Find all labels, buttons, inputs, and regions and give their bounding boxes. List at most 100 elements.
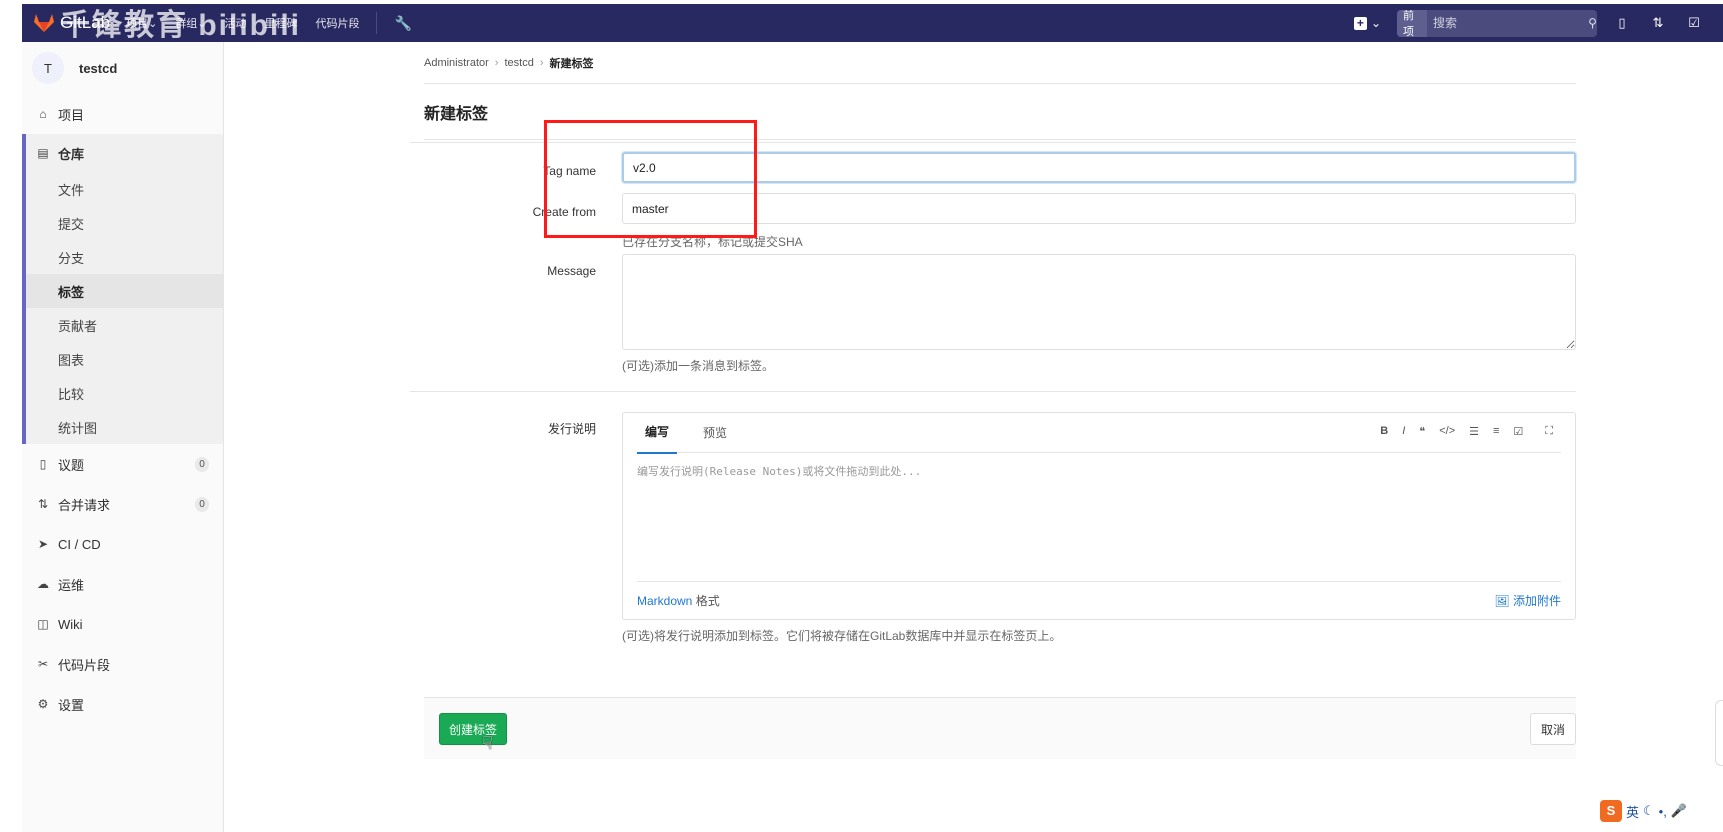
sidebar-item-label: Wiki [58, 616, 83, 632]
nav-snippets[interactable]: 代码片段 [316, 15, 360, 31]
sidebar: T testcd ⌂ 项目 ▤ 仓库 文件 提交 分支 标签 贡献者 图表 比较… [22, 42, 224, 832]
sidebar-sub-branches[interactable]: 分支 [26, 240, 223, 274]
merge-request-icon: ⇅ [37, 497, 49, 511]
search-scope[interactable]: 当前项目 [1397, 9, 1427, 37]
punctuation-icon[interactable]: •, [1659, 804, 1667, 819]
sidebar-sub-tags[interactable]: 标签 [26, 274, 223, 308]
breadcrumb-owner[interactable]: Administrator [424, 57, 489, 69]
form-actions: 创建标签 取消 [424, 697, 1576, 759]
plus-icon: + [1353, 16, 1367, 30]
todo-icon[interactable]: ☑ [1687, 15, 1701, 31]
italic-icon[interactable]: I [1402, 425, 1405, 438]
hand-cursor-icon: ☟ [482, 733, 493, 753]
breadcrumb-chevron-icon: › [539, 56, 544, 69]
right-edge-tab[interactable] [1715, 700, 1723, 766]
scissors-icon: ✂ [37, 657, 49, 671]
sidebar-item-wiki[interactable]: ◫ Wiki [22, 604, 223, 644]
bullet-list-icon[interactable]: ☰ [1469, 425, 1479, 438]
repository-icon: ▤ [37, 146, 49, 160]
sidebar-item-label: 合并请求 [58, 497, 111, 513]
tab-write[interactable]: 编写 [637, 411, 678, 454]
sidebar-item-label: 议题 [58, 457, 85, 473]
editor-footer: Markdown 格式 🖼 添加附件 [637, 581, 1561, 619]
message-help: (可选)添加一条消息到标签。 [622, 359, 774, 373]
sidebar-sub-contributors[interactable]: 贡献者 [26, 308, 223, 342]
microphone-icon[interactable]: 🎤 [1671, 803, 1687, 819]
search-icon[interactable]: ⚲ [1588, 16, 1597, 30]
markdown-toolbar: B I ❝ </> ☰ ≡ ☑ ⛶ [1380, 425, 1553, 438]
sidebar-item-issues[interactable]: ▯ 议题 0 [22, 444, 223, 484]
release-notes-label: 发行说明 [547, 422, 596, 436]
task-list-icon[interactable]: ☑ [1513, 425, 1523, 438]
nav-right: + ⌄ 当前项目 ⚲ ▯ ⇅ ☑ [1353, 4, 1723, 42]
ime-language[interactable]: 英 [1626, 802, 1639, 821]
sidebar-item-merge-requests[interactable]: ⇅ 合并请求 0 [22, 484, 223, 524]
watermark: 千锋教育 bilibili [60, 9, 301, 42]
image-icon: 🖼 [1494, 594, 1510, 608]
sidebar-item-label: 设置 [58, 697, 85, 713]
project-name: testcd [79, 60, 118, 76]
sidebar-sub-charts[interactable]: 统计图 [26, 410, 223, 444]
breadcrumb-current[interactable]: 新建标签 [550, 55, 594, 71]
merge-request-icon[interactable]: ⇅ [1651, 15, 1665, 31]
release-notes-placeholder[interactable]: 编写发行说明(Release Notes)或将文件拖动到此处... [637, 463, 921, 479]
code-icon[interactable]: </> [1439, 425, 1455, 438]
release-notes-editor: 编写 预览 B I ❝ </> ☰ ≡ ☑ ⛶ 编写发行说明(Release N… [622, 412, 1576, 620]
sidebar-item-ci-cd[interactable]: ➤ CI / CD [22, 524, 223, 564]
sogou-ime-icon[interactable]: S [1600, 800, 1622, 822]
create-tag-button[interactable]: 创建标签 [439, 713, 508, 745]
sidebar-item-label: 仓库 [58, 146, 85, 162]
sidebar-item-label: CI / CD [58, 536, 101, 552]
search-box: 当前项目 ⚲ [1397, 9, 1597, 37]
attach-file-button[interactable]: 🖼 添加附件 [1494, 592, 1561, 609]
sidebar-item-label: 运维 [58, 577, 85, 593]
cancel-button[interactable]: 取消 [1529, 713, 1576, 745]
project-avatar: T [32, 52, 64, 84]
message-textarea[interactable] [622, 254, 1576, 350]
fullscreen-icon[interactable]: ⛶ [1545, 425, 1553, 438]
gitlab-fox-icon [34, 13, 54, 32]
issues-icon[interactable]: ▯ [1615, 15, 1629, 31]
sidebar-sub-commits[interactable]: 提交 [26, 206, 223, 240]
tag-name-input[interactable] [622, 152, 1576, 183]
sidebar-item-operations[interactable]: ☁ 运维 [22, 564, 223, 604]
main-content: Administrator › testcd › 新建标签 新建标签 Tag n… [410, 42, 1576, 759]
quote-icon[interactable]: ❝ [1419, 425, 1425, 438]
sidebar-sub-compare[interactable]: 比较 [26, 376, 223, 410]
search-input[interactable] [1427, 9, 1588, 37]
tab-preview[interactable]: 预览 [695, 412, 735, 453]
nav-separator [375, 12, 377, 34]
section-divider [410, 391, 1576, 392]
home-icon: ⌂ [39, 107, 47, 121]
moon-icon[interactable]: ☾ [1643, 803, 1655, 819]
rocket-icon: ➤ [37, 537, 49, 551]
bold-icon[interactable]: B [1380, 425, 1388, 438]
sidebar-sub-files[interactable]: 文件 [26, 172, 223, 206]
issues-icon: ▯ [39, 457, 47, 471]
project-header[interactable]: T testcd [22, 42, 223, 94]
ime-toolbar: S 英 ☾ •, 🎤 [1600, 800, 1687, 822]
breadcrumb: Administrator › testcd › 新建标签 [424, 42, 1576, 84]
message-label: Message [547, 264, 596, 278]
sidebar-item-label: 项目 [58, 107, 85, 123]
book-icon: ◫ [37, 617, 49, 631]
merge-requests-count-badge: 0 [195, 497, 209, 512]
numbered-list-icon[interactable]: ≡ [1493, 425, 1499, 438]
release-notes-help: (可选)将发行说明添加到标签。它们将被存储在GitLab数据库中并显示在标签页上… [622, 629, 1062, 643]
create-from-input[interactable] [622, 193, 1576, 224]
new-dropdown-button[interactable]: + ⌄ [1353, 16, 1381, 30]
sidebar-item-repository[interactable]: ▤ 仓库 [26, 134, 223, 172]
sidebar-item-settings[interactable]: ⚙ 设置 [22, 684, 223, 724]
sidebar-sub-graph[interactable]: 图表 [26, 342, 223, 376]
markdown-help-link[interactable]: Markdown 格式 [637, 592, 720, 609]
sidebar-item-project[interactable]: ⌂ 项目 [22, 94, 223, 134]
breadcrumb-project[interactable]: testcd [504, 57, 533, 69]
admin-wrench-icon[interactable]: 🔧 [395, 15, 412, 32]
left-edge-strip [0, 0, 22, 832]
sidebar-group-repository: ▤ 仓库 文件 提交 分支 标签 贡献者 图表 比较 统计图 [22, 134, 223, 444]
editor-tabs: 编写 预览 B I ❝ </> ☰ ≡ ☑ ⛶ [637, 411, 1561, 454]
breadcrumb-chevron-icon: › [494, 56, 499, 69]
cloud-gear-icon: ☁ [37, 577, 49, 591]
sidebar-item-snippets[interactable]: ✂ 代码片段 [22, 644, 223, 684]
sidebar-item-label: 代码片段 [58, 657, 111, 673]
